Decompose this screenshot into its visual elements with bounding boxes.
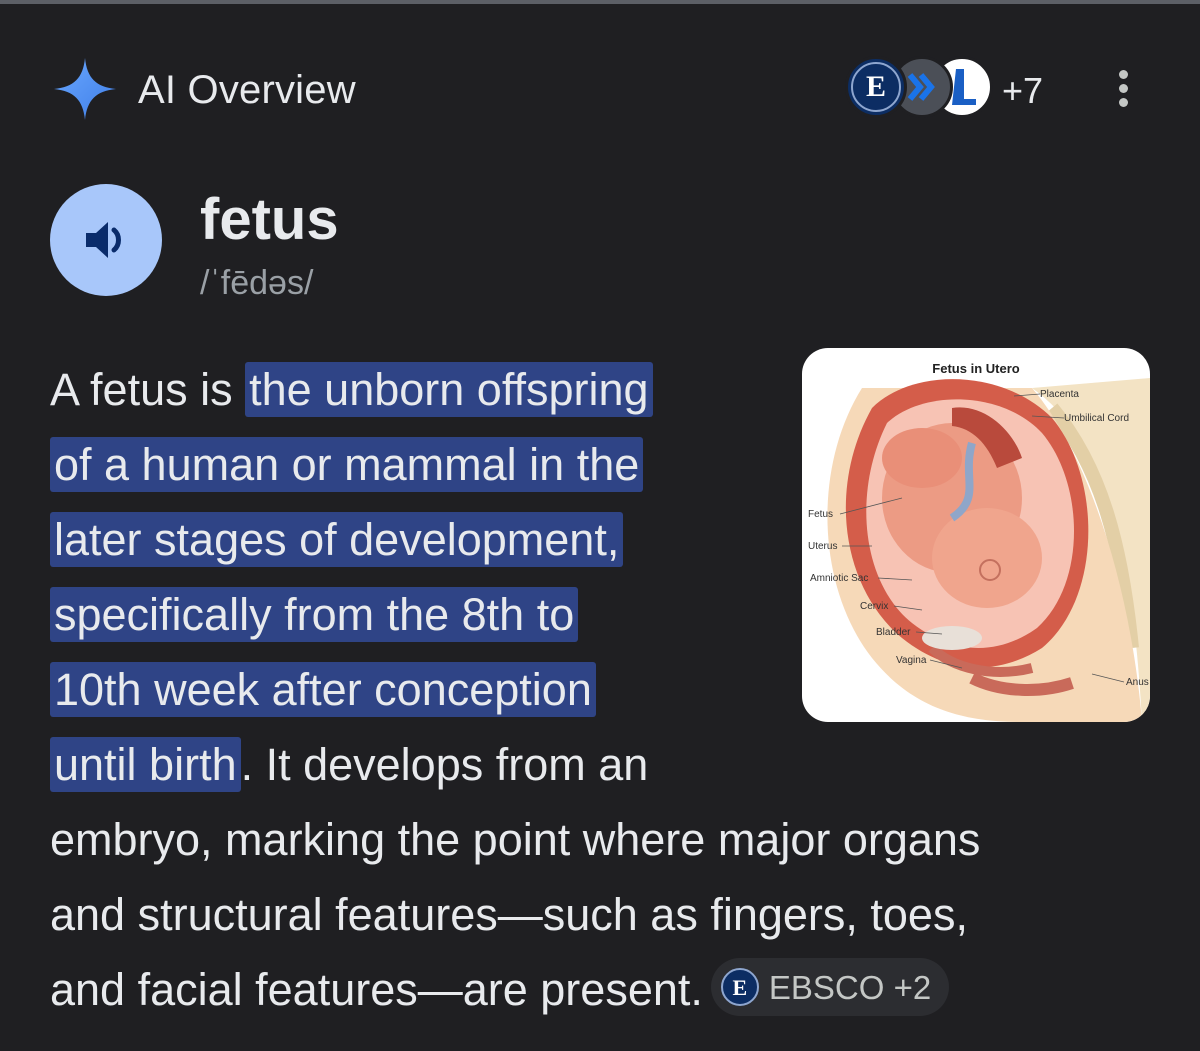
fetus-illustration: [827, 378, 1150, 722]
paragraph-line: later stages of development,: [50, 502, 624, 577]
fetus-in-utero-image[interactable]: Fetus in Utero Placenta Umbilical Cord F…: [802, 348, 1150, 722]
label-anus: Anus: [1126, 677, 1149, 688]
highlighted-text: 10th week after conception: [50, 662, 596, 717]
more-vert-icon[interactable]: [1112, 70, 1134, 112]
label-bladder: Bladder: [876, 627, 911, 638]
paragraph-line: A fetus is the unborn offspring: [50, 352, 653, 427]
paragraph-line: specifically from the 8th to: [50, 577, 579, 652]
speaker-icon: [86, 222, 121, 258]
pronunciation-speaker-button[interactable]: [50, 184, 162, 296]
dictionary-term: fetus: [200, 187, 339, 252]
label-uterus: Uterus: [808, 541, 838, 552]
highlighted-text: of a human or mammal in the: [50, 437, 644, 492]
label-umbilical-cord: Umbilical Cord: [1064, 413, 1130, 424]
top-divider: [0, 0, 1200, 4]
ebsco-favicon: E: [720, 968, 759, 1007]
label-amniotic-sac: Amniotic Sac: [810, 573, 869, 584]
label-vagina: Vagina: [896, 655, 927, 666]
ebsco-favicon: E: [845, 56, 907, 118]
lead-text: A fetus is: [50, 364, 246, 415]
source-favicons[interactable]: E: [845, 56, 995, 122]
label-placenta: Placenta: [1040, 389, 1079, 400]
body-text: embryo, marking the point where major or…: [50, 814, 981, 865]
paragraph-line: and structural features—such as fingers,…: [50, 877, 968, 952]
paragraph-line: embryo, marking the point where major or…: [50, 802, 980, 877]
paragraph-line: until birth. It develops from an: [50, 727, 648, 802]
paragraph-line: 10th week after conception: [50, 652, 596, 727]
label-cervix: Cervix: [860, 601, 889, 612]
body-text: . It develops from an: [240, 739, 649, 790]
body-text: and facial features—are present.: [50, 964, 703, 1015]
ai-overview-title: AI Overview: [138, 68, 356, 112]
citation-chip[interactable]: E EBSCO +2: [710, 958, 950, 1017]
image-title: Fetus in Utero: [932, 361, 1020, 376]
label-fetus: Fetus: [808, 509, 834, 520]
body-text: and structural features—such as fingers,…: [50, 889, 968, 940]
citation-label: EBSCO +2: [768, 968, 932, 1006]
double-chevron-icon: [907, 73, 935, 101]
paragraph-line: of a human or mammal in the: [50, 427, 644, 502]
pronunciation-text: /ˈfēdəs/: [200, 264, 314, 302]
paragraph-line: and facial features—are present. E EBSCO +…: [50, 952, 950, 1027]
highlighted-text: specifically from the 8th to: [50, 587, 579, 642]
highlighted-text: later stages of development,: [50, 512, 624, 567]
highlighted-text: the unborn offspring: [245, 362, 653, 417]
highlighted-text: until birth: [50, 737, 241, 792]
ai-overview-header: AI Overview E +7: [0, 50, 1200, 130]
more-sources-count[interactable]: +7: [1002, 70, 1043, 112]
ai-spark-icon: [54, 58, 116, 120]
